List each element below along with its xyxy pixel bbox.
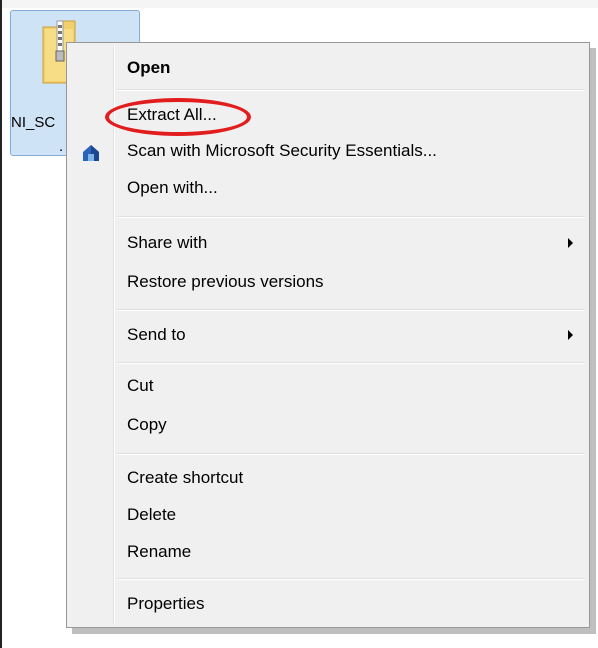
menu-item-label: Copy — [127, 415, 167, 434]
menu-item-cut[interactable]: Cut — [69, 369, 587, 405]
menu-item-label: Scan with Microsoft Security Essentials.… — [127, 141, 437, 160]
menu-item-label: Open with... — [127, 178, 218, 197]
file-name-continued: . — [59, 138, 64, 155]
menu-item-open[interactable]: Open — [69, 51, 587, 87]
menu-item-share-with[interactable]: Share with — [69, 226, 587, 262]
menu-separator — [117, 362, 585, 364]
menu-item-copy[interactable]: Copy — [69, 408, 587, 444]
menu-separator — [117, 578, 585, 580]
menu-item-label: Delete — [127, 505, 177, 524]
menu-item-label: Rename — [127, 542, 192, 561]
menu-item-create-shortcut[interactable]: Create shortcut — [69, 461, 587, 497]
menu-item-send-to[interactable]: Send to — [69, 318, 587, 354]
window-left-border — [0, 0, 2, 648]
menu-item-label: Restore previous versions — [127, 272, 324, 291]
menu-item-label: Share with — [127, 233, 208, 252]
menu-item-open-with[interactable]: Open with... — [69, 171, 587, 207]
menu-separator — [117, 89, 585, 91]
menu-item-scan-security-essentials[interactable]: Scan with Microsoft Security Essentials.… — [69, 134, 587, 170]
menu-item-rename[interactable]: Rename — [69, 535, 587, 571]
menu-item-delete[interactable]: Delete — [69, 498, 587, 534]
annotation-highlight-circle — [105, 98, 251, 136]
menu-item-properties[interactable]: Properties — [69, 587, 587, 623]
menu-item-label: Create shortcut — [127, 468, 244, 487]
submenu-arrow-icon — [568, 238, 573, 248]
menu-item-label: Properties — [127, 594, 205, 613]
menu-separator — [117, 309, 585, 311]
menu-item-label: Send to — [127, 325, 186, 344]
menu-item-label: Open — [127, 58, 171, 77]
desktop-background — [2, 0, 598, 8]
menu-item-restore-previous-versions[interactable]: Restore previous versions — [69, 265, 587, 301]
file-name: NI_SC — [11, 114, 56, 131]
menu-separator — [117, 453, 585, 455]
menu-item-label: Cut — [127, 376, 154, 395]
submenu-arrow-icon — [568, 330, 573, 340]
menu-separator — [117, 216, 585, 218]
security-essentials-icon — [83, 145, 99, 161]
